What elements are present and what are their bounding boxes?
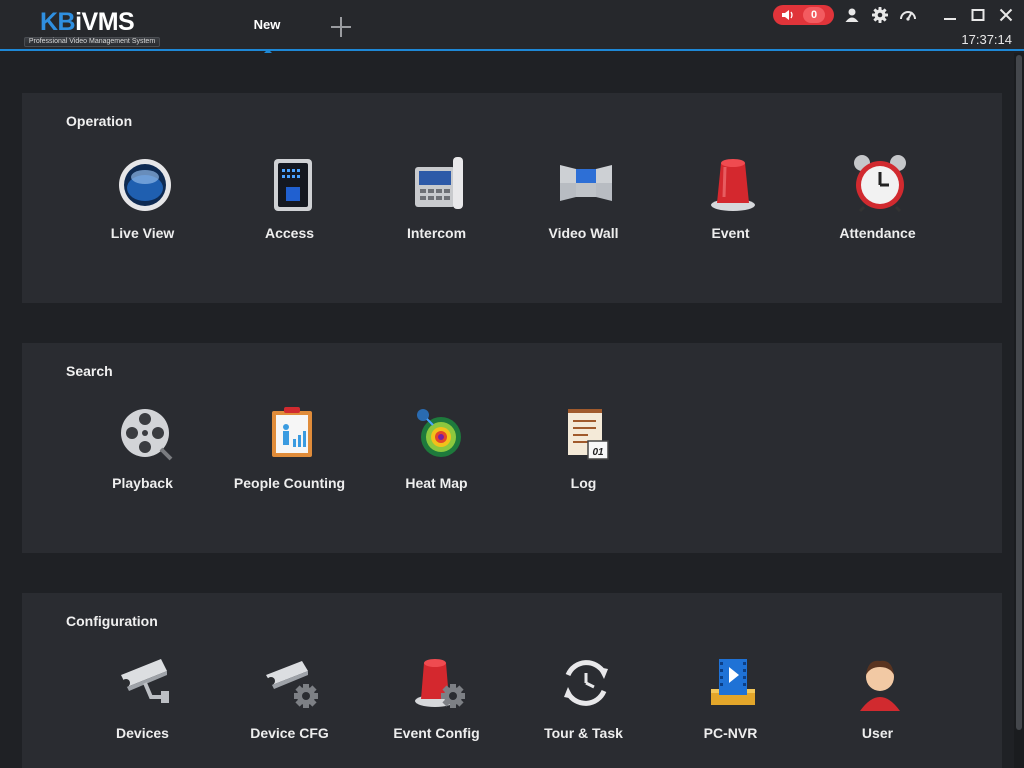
tile-label: Access <box>264 225 315 241</box>
heat-map-icon <box>417 409 461 457</box>
performance-gauge-icon[interactable] <box>899 6 917 24</box>
camera-icon <box>121 659 169 703</box>
configuration-panel: Configuration Devices Device CFG Event C… <box>22 593 1002 768</box>
tile-attendance[interactable]: Attendance <box>804 153 951 253</box>
search-panel: Search Playback People Counting Heat Map… <box>22 343 1002 553</box>
tile-label: Log <box>570 475 597 491</box>
tile-live-view[interactable]: Live View <box>69 153 216 253</box>
tile-label: Tour & Task <box>544 725 623 741</box>
tile-label: Attendance <box>839 225 916 241</box>
add-tab-icon[interactable] <box>330 16 352 38</box>
alarm-count: 0 <box>803 7 825 23</box>
tile-access[interactable]: Access <box>216 153 363 253</box>
intercom-icon <box>415 157 463 209</box>
event-icon <box>711 159 755 211</box>
logo-subtitle: Professional Video Management System <box>24 37 160 47</box>
speaker-icon <box>782 10 793 20</box>
tile-label: User <box>861 725 894 741</box>
scrollbar-thumb[interactable] <box>1016 55 1022 730</box>
tile-label: Event <box>711 225 750 241</box>
tile-heat-map[interactable]: Heat Map <box>363 403 510 503</box>
app-logo: KBiVMS Professional Video Management Sys… <box>24 8 160 48</box>
camera-gear-icon <box>266 661 318 708</box>
pc-nvr-icon <box>711 659 755 705</box>
tile-device-cfg[interactable]: Device CFG <box>216 653 363 753</box>
tile-label: Event Config <box>393 725 480 741</box>
alarm-clock-icon <box>854 155 906 213</box>
tour-task-icon <box>564 660 608 706</box>
logo-main: KB <box>40 8 76 36</box>
close-icon[interactable] <box>997 6 1015 24</box>
section-title-operation: Operation <box>66 113 133 129</box>
maximize-icon[interactable] <box>969 6 987 24</box>
film-reel-icon <box>121 409 173 461</box>
tile-people-counting[interactable]: People Counting <box>216 403 363 503</box>
event-gear-icon <box>415 659 465 708</box>
people-counting-icon <box>272 407 312 457</box>
tile-log[interactable]: 01 Log <box>510 403 657 503</box>
tile-pc-nvr[interactable]: PC-NVR <box>657 653 804 753</box>
tile-label: Live View <box>110 225 175 241</box>
section-title-configuration: Configuration <box>66 613 158 629</box>
section-title-search: Search <box>66 363 113 379</box>
tile-label: PC-NVR <box>703 725 758 741</box>
tile-video-wall[interactable]: Video Wall <box>510 153 657 253</box>
svg-text:01: 01 <box>592 447 604 458</box>
app-window: KBiVMS Professional Video Management Sys… <box>0 0 1024 768</box>
video-wall-icon <box>560 165 612 201</box>
main-content: Operation Live View Access Intercom Vide… <box>0 53 1014 768</box>
tile-label: Device CFG <box>250 725 329 741</box>
tab-new-label: New <box>253 17 281 32</box>
gear-icon[interactable] <box>871 6 889 24</box>
tile-devices[interactable]: Devices <box>69 653 216 753</box>
tile-label: Devices <box>116 725 169 741</box>
minimize-icon[interactable] <box>941 6 959 24</box>
logo-rest: iVMS <box>75 8 135 36</box>
live-view-icon <box>119 159 171 211</box>
alarm-badge[interactable]: 0 <box>773 5 834 25</box>
tile-event-config[interactable]: Event Config <box>363 653 510 753</box>
tab-new[interactable]: New <box>240 0 294 53</box>
access-icon <box>274 159 312 211</box>
user-account-icon[interactable] <box>843 6 861 24</box>
tile-label: Playback <box>112 475 173 491</box>
tile-label: Intercom <box>406 225 467 241</box>
operation-panel: Operation Live View Access Intercom Vide… <box>22 93 1002 303</box>
tile-intercom[interactable]: Intercom <box>363 153 510 253</box>
tile-label: People Counting <box>233 475 346 491</box>
tile-user[interactable]: User <box>804 653 951 753</box>
user-icon <box>860 660 900 711</box>
vertical-scrollbar[interactable] <box>1014 53 1024 768</box>
system-clock: 17:37:14 <box>961 32 1012 47</box>
tile-playback[interactable]: Playback <box>69 403 216 503</box>
tile-tour-task[interactable]: Tour & Task <box>510 653 657 753</box>
log-icon: 01 <box>568 409 609 460</box>
tile-event[interactable]: Event <box>657 153 804 253</box>
tile-label: Heat Map <box>405 475 468 491</box>
tile-label: Video Wall <box>548 225 619 241</box>
title-bar: KBiVMS Professional Video Management Sys… <box>0 0 1024 53</box>
